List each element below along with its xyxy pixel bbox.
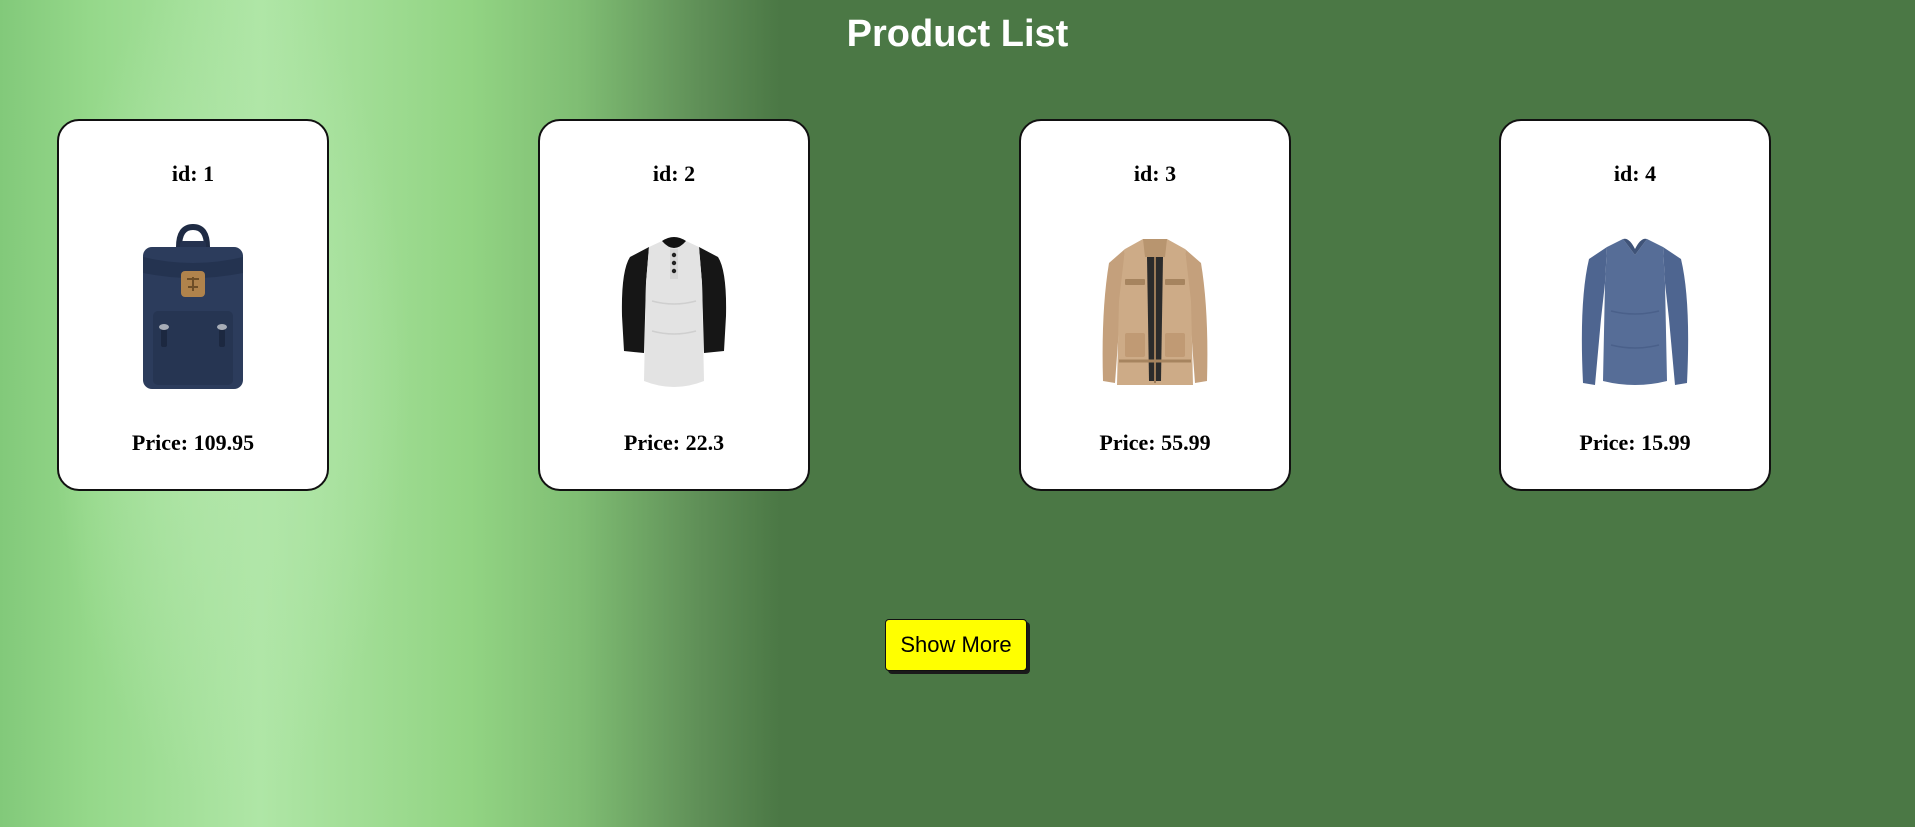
- product-card[interactable]: id: 2 Price: 22.3: [538, 119, 810, 491]
- product-price: Price: 15.99: [1579, 430, 1691, 455]
- product-price: Price: 55.99: [1099, 430, 1211, 455]
- product-id: id: 3: [1133, 161, 1177, 186]
- jacket-icon: [1085, 221, 1225, 396]
- product-card[interactable]: id: 1 Price: 109.95: [57, 119, 329, 491]
- product-id: id: 1: [171, 161, 215, 186]
- long-sleeve-shirt-icon: [1565, 221, 1705, 396]
- product-id: id: 4: [1613, 161, 1657, 186]
- page-title: Product List: [846, 13, 1069, 55]
- product-grid: id: 1 Price: 109.95 id: 2 Price: 22.3 id…: [0, 119, 1915, 494]
- product-id: id: 2: [652, 161, 696, 186]
- raglan-shirt-icon: [604, 221, 744, 396]
- backpack-icon: [123, 221, 263, 396]
- product-card[interactable]: id: 4 Price: 15.99: [1499, 119, 1771, 491]
- product-price: Price: 22.3: [623, 430, 725, 455]
- show-more-button[interactable]: Show More: [885, 619, 1027, 671]
- product-card[interactable]: id: 3 Price: 55.99: [1019, 119, 1291, 491]
- product-price: Price: 109.95: [131, 430, 255, 455]
